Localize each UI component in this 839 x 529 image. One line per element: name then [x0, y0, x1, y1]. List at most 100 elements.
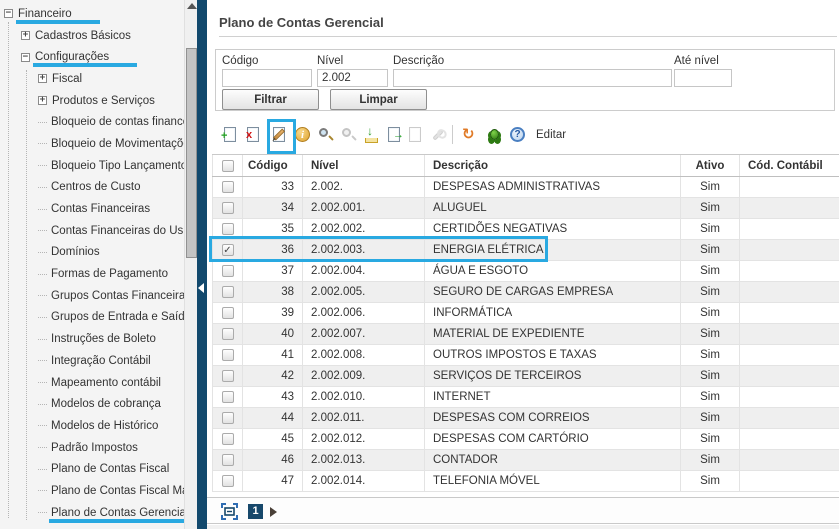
- row-checkbox[interactable]: ✓: [221, 244, 234, 256]
- row-checkbox[interactable]: [221, 202, 234, 214]
- sidebar-item-modelos-de-cobran-a[interactable]: Modelos de cobrança: [0, 393, 184, 415]
- table-row[interactable]: 41 2.002.008. OUTROS IMPOSTOS E TAXAS Sim: [212, 345, 839, 366]
- ate-nivel-label: Até nível: [674, 55, 719, 67]
- sidebar-item-configura-es[interactable]: − Configurações: [0, 46, 184, 68]
- sidebar-item-integra-o-cont-bil[interactable]: Integração Contábil: [0, 350, 184, 372]
- sidebar-item-contas-financeiras-do-usu[interactable]: Contas Financeiras do Usu: [0, 220, 184, 242]
- sidebar-item-cadastros-b-sicos[interactable]: + Cadastros Básicos: [0, 25, 184, 47]
- filtrar-button[interactable]: Filtrar: [222, 89, 319, 110]
- collapse-panel-icon[interactable]: [198, 283, 204, 293]
- codigo-input[interactable]: [222, 69, 312, 87]
- sidebar-item-contas-financeiras[interactable]: Contas Financeiras: [0, 198, 184, 220]
- sidebar-item-financeiro[interactable]: − Financeiro: [0, 3, 184, 25]
- sidebar-item-plano-de-contas-fiscal-ma[interactable]: Plano de Contas Fiscal Ma: [0, 480, 184, 502]
- row-checkbox[interactable]: [221, 307, 234, 319]
- sidebar-item-bloqueio-de-movimenta-e[interactable]: Bloqueio de Movimentaçõe: [0, 133, 184, 155]
- sidebar-item-bloqueio-tipo-lan-amento[interactable]: Bloqueio Tipo Lançamento: [0, 155, 184, 177]
- sidebar-item-formas-de-pagamento[interactable]: Formas de Pagamento: [0, 263, 184, 285]
- scrollbar-thumb[interactable]: [186, 48, 197, 258]
- row-checkbox[interactable]: [221, 328, 234, 340]
- table-row[interactable]: 34 2.002.001. ALUGUEL Sim: [212, 198, 839, 219]
- sidebar-item-centros-de-custo[interactable]: Centros de Custo: [0, 177, 184, 199]
- next-page-icon[interactable]: [270, 507, 277, 517]
- table-row[interactable]: ✓ 36 2.002.003. ENERGIA ELÉTRICA Sim: [212, 240, 839, 261]
- table-row[interactable]: 38 2.002.005. SEGURO DE CARGAS EMPRESA Sim: [212, 282, 839, 303]
- row-checkbox[interactable]: [221, 349, 234, 361]
- row-checkbox[interactable]: [221, 412, 234, 424]
- cell-cod-contabil: [740, 261, 839, 281]
- panel-splitter[interactable]: [197, 0, 207, 529]
- table-row[interactable]: 45 2.002.012. DESPESAS COM CARTÓRIO Sim: [212, 429, 839, 450]
- table-row[interactable]: 35 2.002.002. CERTIDÕES NEGATIVAS Sim: [212, 219, 839, 240]
- sidebar-item-grupos-de-entrada-e-sa-da[interactable]: Grupos de Entrada e Saída: [0, 307, 184, 329]
- collapse-node-icon[interactable]: −: [21, 52, 30, 62]
- column-header-ativo[interactable]: Ativo: [681, 155, 740, 176]
- sidebar-item-padr-o-impostos[interactable]: Padrão Impostos: [0, 437, 184, 459]
- limpar-button[interactable]: Limpar: [330, 89, 427, 110]
- cell-codigo: 34: [243, 198, 303, 218]
- table-row[interactable]: 37 2.002.004. ÁGUA E ESGOTO Sim: [212, 261, 839, 282]
- table-row[interactable]: 47 2.002.014. TELEFONIA MÓVEL Sim: [212, 471, 839, 492]
- sidebar-item-plano-de-contas-gerencial[interactable]: Plano de Contas Gerencial: [0, 502, 184, 524]
- row-checkbox[interactable]: [221, 454, 234, 466]
- scroll-up-icon[interactable]: [187, 3, 197, 9]
- table-row[interactable]: 42 2.002.009. SERVIÇOS DE TERCEIROS Sim: [212, 366, 839, 387]
- page-number-button[interactable]: 1: [248, 504, 263, 519]
- tree-connector-stub: [38, 230, 47, 232]
- expand-node-icon[interactable]: +: [38, 74, 47, 84]
- sidebar-item-mapeamento-cont-bil[interactable]: Mapeamento contábil: [0, 372, 184, 394]
- sidebar-item-label: Contas Financeiras do Usu: [51, 224, 184, 237]
- cell-cod-contabil: [740, 366, 839, 386]
- sidebar-item-dom-nios[interactable]: Domínios: [0, 242, 184, 264]
- add-record-icon[interactable]: +: [221, 126, 240, 144]
- refresh-icon[interactable]: ↻: [462, 126, 480, 144]
- row-checkbox[interactable]: [221, 181, 234, 193]
- zoom-in-icon[interactable]: [317, 126, 335, 144]
- sidebar-item-instru-es-de-boleto[interactable]: Instruções de Boleto: [0, 328, 184, 350]
- cell-cod-contabil: [740, 219, 839, 239]
- edit-record-icon[interactable]: [271, 126, 289, 144]
- row-checkbox[interactable]: [221, 223, 234, 235]
- table-row[interactable]: 43 2.002.010. INTERNET Sim: [212, 387, 839, 408]
- export-icon[interactable]: →: [386, 126, 404, 144]
- column-header-cod-contabil[interactable]: Cód. Contábil: [740, 155, 839, 176]
- sidebar-item-produtos-e-servi-os[interactable]: + Produtos e Serviços: [0, 90, 184, 112]
- help-icon[interactable]: ?: [509, 126, 527, 144]
- sidebar-item-fiscal[interactable]: + Fiscal: [0, 68, 184, 90]
- table-row[interactable]: 33 2.002. DESPESAS ADMINISTRATIVAS Sim: [212, 177, 839, 198]
- sidebar-item-grupos-contas-financeira[interactable]: Grupos Contas Financeira: [0, 285, 184, 307]
- descricao-input[interactable]: [393, 69, 672, 87]
- table-row[interactable]: 40 2.002.007. MATERIAL DE EXPEDIENTE Sim: [212, 324, 839, 345]
- collapse-node-icon[interactable]: −: [4, 9, 13, 19]
- sidebar-item-modelos-de-hist-rico[interactable]: Modelos de Histórico: [0, 415, 184, 437]
- table-row[interactable]: 44 2.002.011. DESPESAS COM CORREIOS Sim: [212, 408, 839, 429]
- report-icon: [407, 126, 425, 144]
- table-row[interactable]: 39 2.002.006. INFORMÁTICA Sim: [212, 303, 839, 324]
- sidebar-item-bloqueio-de-contas-finance[interactable]: Bloqueio de contas finance: [0, 111, 184, 133]
- column-header-descricao[interactable]: Descrição: [425, 155, 681, 176]
- info-icon[interactable]: i: [294, 126, 312, 144]
- select-all-checkbox[interactable]: [221, 159, 234, 172]
- sidebar-item-plano-de-contas-fiscal[interactable]: Plano de Contas Fiscal: [0, 458, 184, 480]
- sidebar-scrollbar[interactable]: [184, 0, 197, 529]
- tree-connector-stub: [38, 512, 47, 514]
- debug-icon[interactable]: [486, 126, 504, 144]
- cell-cod-contabil: [740, 345, 839, 365]
- column-header-codigo[interactable]: Código: [243, 155, 303, 176]
- expand-node-icon[interactable]: +: [21, 31, 30, 41]
- row-checkbox[interactable]: [221, 391, 234, 403]
- show-all-pages-icon[interactable]: [221, 503, 238, 520]
- import-icon[interactable]: ↓: [363, 124, 381, 144]
- nivel-input[interactable]: [317, 69, 388, 87]
- table-row[interactable]: 46 2.002.013. CONTADOR Sim: [212, 450, 839, 471]
- row-checkbox[interactable]: [221, 286, 234, 298]
- column-header-nivel[interactable]: Nível: [303, 155, 425, 176]
- row-checkbox[interactable]: [221, 265, 234, 277]
- cell-cod-contabil: [740, 177, 839, 197]
- ate-nivel-input[interactable]: [674, 69, 732, 87]
- delete-record-icon[interactable]: x: [245, 126, 263, 144]
- row-checkbox[interactable]: [221, 433, 234, 445]
- row-checkbox[interactable]: [221, 475, 234, 487]
- row-checkbox[interactable]: [221, 370, 234, 382]
- expand-node-icon[interactable]: +: [38, 96, 47, 106]
